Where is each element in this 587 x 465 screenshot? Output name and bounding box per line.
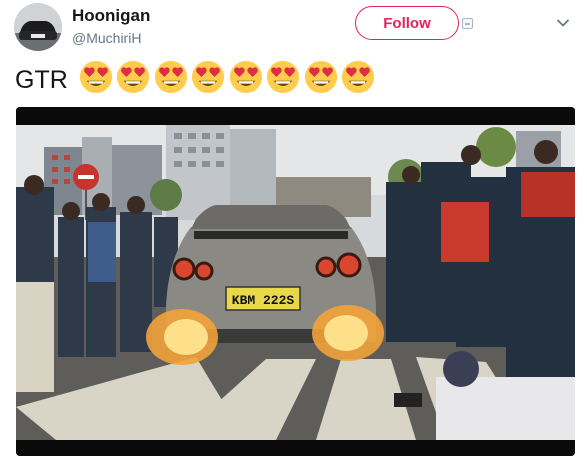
heart-eyes-emoji bbox=[304, 60, 338, 94]
avatar[interactable] bbox=[14, 3, 62, 51]
heart-eyes-emoji bbox=[191, 60, 225, 94]
heart-eyes-emoji bbox=[116, 60, 150, 94]
heart-eyes-emoji bbox=[79, 60, 113, 94]
license-plate: KBM 222S bbox=[232, 293, 295, 308]
tweet-media[interactable]: KBM 222S bbox=[16, 107, 575, 456]
tweet-photo: KBM 222S bbox=[16, 107, 575, 456]
avatar-car-image bbox=[14, 3, 62, 51]
heart-eyes-emoji bbox=[229, 60, 263, 94]
heart-eyes-emoji bbox=[266, 60, 300, 94]
tweet-text-content: GTR bbox=[15, 65, 68, 94]
tweet-text: GTR bbox=[15, 60, 379, 100]
heart-eyes-emoji bbox=[154, 60, 188, 94]
follow-button[interactable]: Follow bbox=[355, 6, 459, 40]
display-name[interactable]: Hoonigan bbox=[72, 6, 150, 26]
heart-eyes-emoji bbox=[341, 60, 375, 94]
chevron-down-icon[interactable] bbox=[556, 16, 570, 30]
media-badge-icon bbox=[462, 18, 473, 29]
user-handle[interactable]: @MuchiriH bbox=[72, 30, 141, 46]
emoji-row bbox=[79, 60, 379, 101]
